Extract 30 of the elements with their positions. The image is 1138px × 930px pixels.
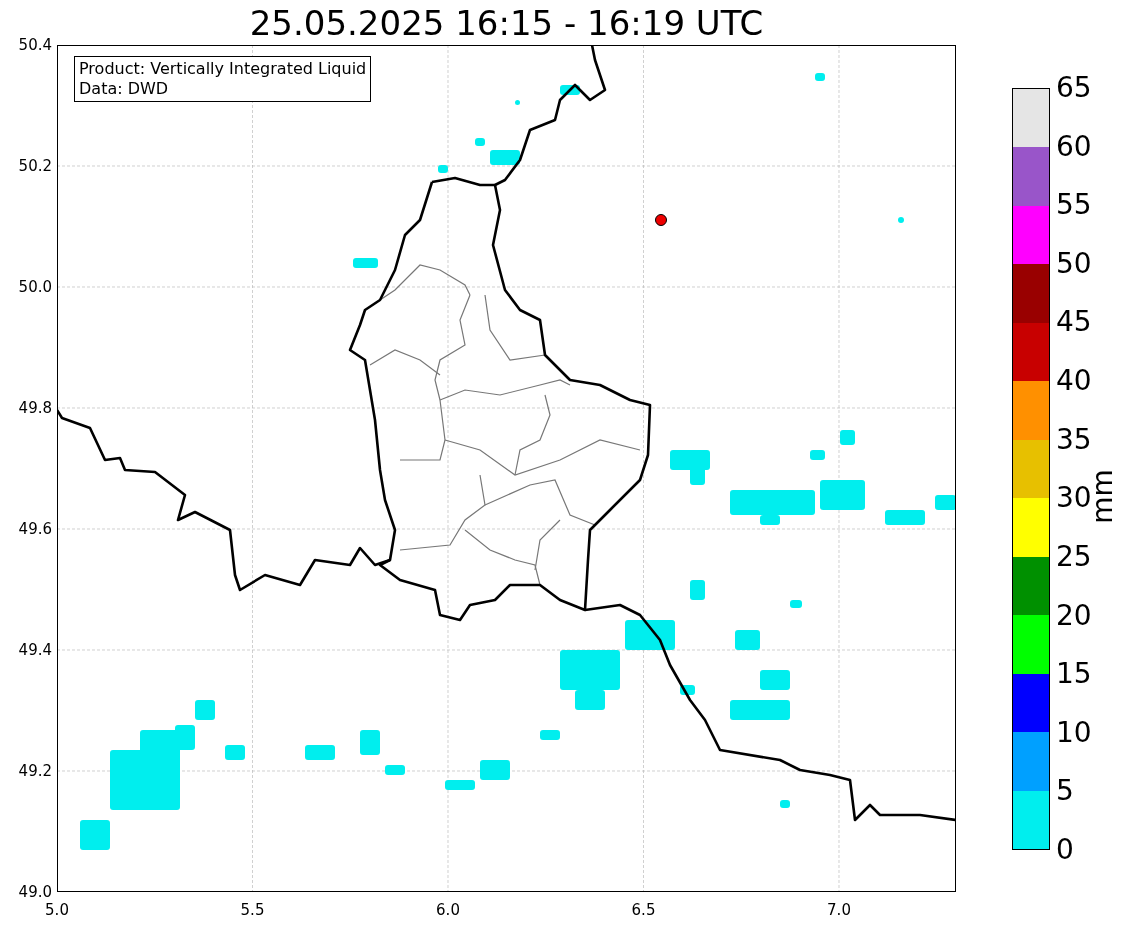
y-tick-label: 49.2 <box>18 762 52 780</box>
colorbar-tick-label: 60 <box>1056 132 1092 161</box>
colorbar-tick-label: 40 <box>1056 367 1092 396</box>
colorbar-tick-label: 0 <box>1056 836 1074 864</box>
colorbar-tick-label: 5 <box>1056 777 1074 806</box>
y-tick-label: 50.4 <box>18 36 52 54</box>
colorbar-tick-label: 25 <box>1056 542 1092 571</box>
y-tick-label: 49.4 <box>18 641 52 659</box>
x-tick-label: 6.5 <box>631 901 656 919</box>
colorbar-tick-label: 10 <box>1056 718 1092 747</box>
chart-title: 25.05.2025 16:15 - 16:19 UTC <box>248 1 765 45</box>
colorbar-tick-label: 35 <box>1056 425 1092 454</box>
y-tick-label: 49.0 <box>18 883 52 901</box>
legend-text: Data: DWD <box>79 79 170 99</box>
x-tick-label: 5.0 <box>45 901 69 919</box>
colorbar-tick-label: 65 <box>1056 74 1092 102</box>
colorbar-tick-label: 45 <box>1056 308 1092 337</box>
colorbar-tick-label: 50 <box>1056 249 1092 278</box>
x-tick-label: 5.5 <box>240 901 265 919</box>
colorbar-tick-label: 20 <box>1056 601 1092 630</box>
location-marker-icon <box>655 214 667 226</box>
y-tick-label: 49.8 <box>18 399 52 417</box>
colorbar-tick-label: 15 <box>1056 660 1092 689</box>
x-tick-label: 6.0 <box>436 901 460 919</box>
y-tick-label: 49.6 <box>18 520 52 538</box>
legend-text: Product: Vertically Integrated Liquid <box>79 59 367 79</box>
y-tick-label: 50.2 <box>18 157 52 175</box>
y-tick-label: 50.0 <box>18 278 52 296</box>
colorbar-tick-label: 55 <box>1056 191 1092 220</box>
x-tick-label: 7.0 <box>827 901 851 919</box>
